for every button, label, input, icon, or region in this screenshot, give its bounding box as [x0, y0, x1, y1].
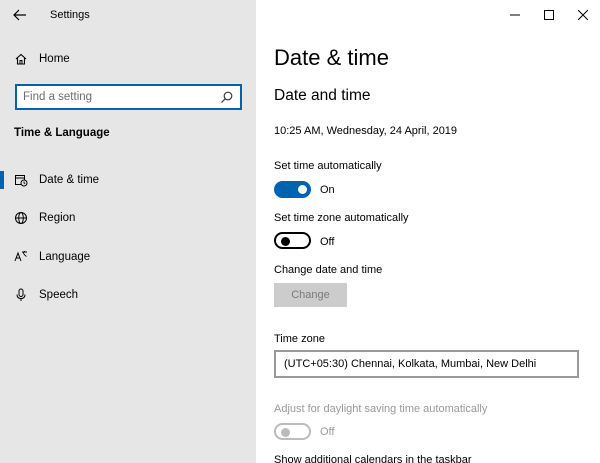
dst-toggle[interactable] — [274, 423, 311, 440]
maximize-button[interactable] — [532, 0, 566, 30]
page-title: Date & time — [274, 45, 389, 70]
section-heading: Time & Language — [14, 127, 110, 139]
sidebar-item-label: Region — [39, 212, 76, 224]
dst-label: Adjust for daylight saving time automati… — [274, 403, 488, 415]
globe-icon — [14, 211, 28, 225]
time-zone-value: (UTC+05:30) Chennai, Kolkata, Mumbai, Ne… — [284, 358, 537, 370]
back-arrow-icon — [13, 9, 26, 21]
set-time-auto-toggle[interactable] — [274, 181, 311, 198]
search-input[interactable] — [23, 89, 213, 105]
change-button[interactable]: Change — [274, 283, 347, 307]
main-content: Date & time Date and time 10:25 AM, Wedn… — [256, 0, 600, 463]
nav-home-label: Home — [39, 53, 70, 65]
sidebar-item-language[interactable]: Language — [0, 239, 256, 275]
additional-calendars-label: Show additional calendars in the taskbar — [274, 454, 472, 463]
set-time-auto-label: Set time automatically — [274, 160, 382, 172]
set-tz-auto-toggle[interactable] — [274, 232, 311, 249]
section-subtitle: Date and time — [274, 87, 371, 104]
home-icon — [14, 52, 28, 66]
change-date-time-label: Change date and time — [274, 264, 383, 276]
close-icon — [578, 10, 588, 20]
title-bar-left: Settings — [0, 0, 256, 30]
close-button[interactable] — [566, 0, 600, 30]
sidebar-item-label: Speech — [39, 289, 79, 301]
sidebar-item-label: Date & time — [39, 174, 100, 186]
set-time-auto-state: On — [320, 184, 335, 196]
app-title: Settings — [50, 9, 90, 21]
calendar-clock-icon — [14, 173, 28, 187]
sidebar: Settings Home Time & Language — [0, 0, 256, 463]
sidebar-item-speech[interactable]: Speech — [0, 277, 256, 313]
toggle-knob — [281, 427, 290, 437]
sidebar-item-date-time[interactable]: Date & time — [0, 162, 256, 198]
maximize-icon — [544, 10, 554, 20]
set-tz-auto-label: Set time zone automatically — [274, 212, 409, 224]
toggle-knob — [298, 185, 307, 194]
nav-home[interactable]: Home — [0, 41, 256, 77]
minimize-icon — [510, 14, 520, 16]
window-controls — [498, 0, 600, 30]
back-button[interactable] — [10, 6, 30, 24]
time-zone-dropdown[interactable]: (UTC+05:30) Chennai, Kolkata, Mumbai, Ne… — [274, 350, 579, 378]
sidebar-item-label: Language — [39, 251, 91, 263]
language-icon — [14, 250, 28, 264]
search-box[interactable] — [15, 84, 242, 110]
settings-window: Settings Home Time & Language — [0, 0, 600, 463]
minimize-button[interactable] — [498, 0, 532, 30]
microphone-icon — [14, 288, 28, 302]
dst-state: Off — [320, 426, 335, 438]
time-zone-label: Time zone — [274, 333, 325, 345]
current-datetime: 10:25 AM, Wednesday, 24 April, 2019 — [274, 125, 458, 137]
set-tz-auto-state: Off — [320, 236, 335, 248]
search-icon[interactable] — [220, 90, 234, 104]
toggle-knob — [281, 236, 290, 246]
sidebar-item-region[interactable]: Region — [0, 200, 256, 236]
